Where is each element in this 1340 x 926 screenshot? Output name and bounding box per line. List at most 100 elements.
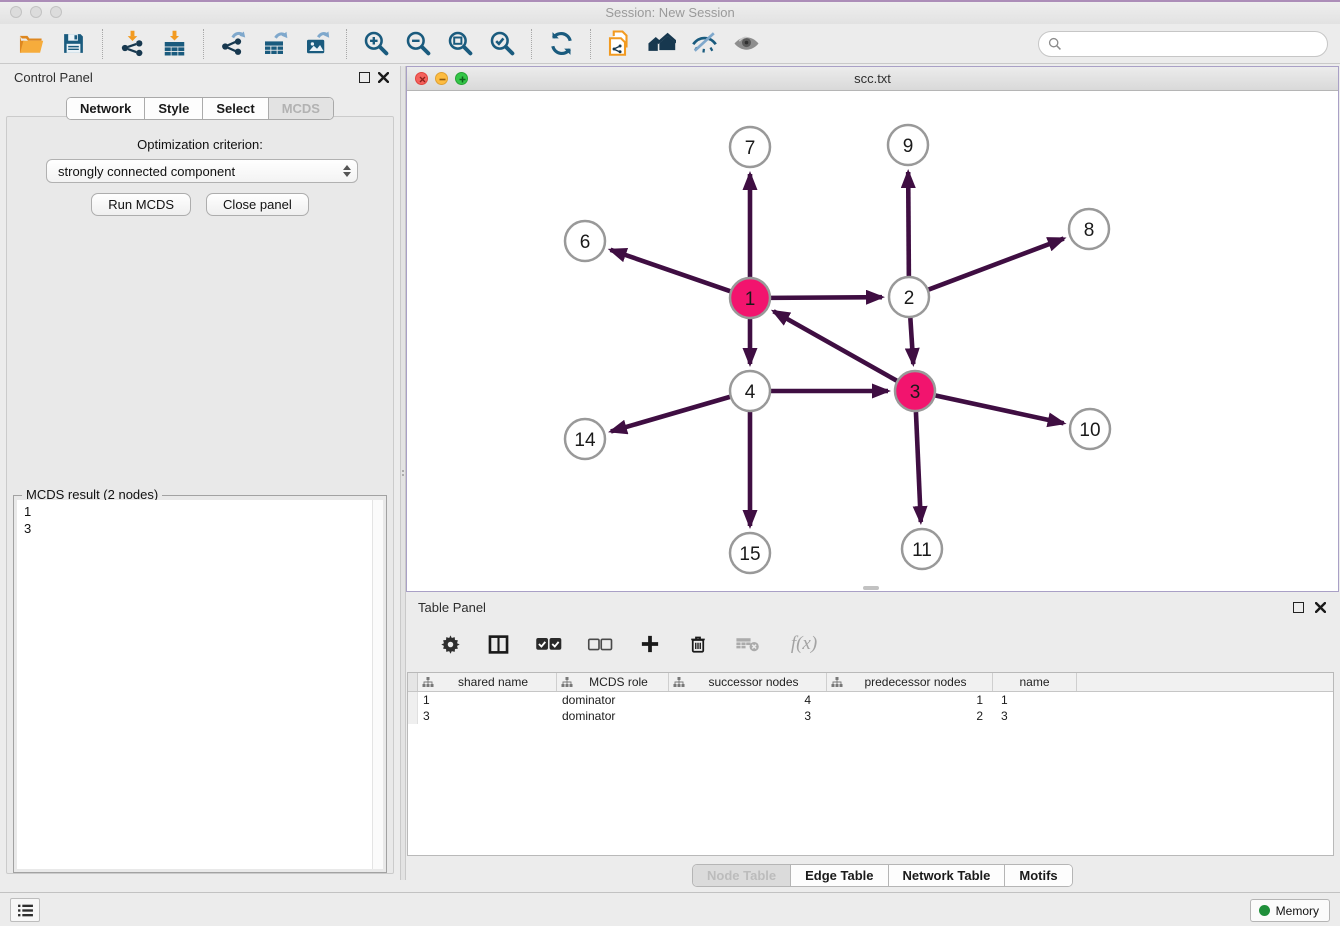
status-bar: Memory	[0, 892, 1340, 926]
application-window: Session: New Session	[0, 0, 1340, 926]
export-image-button[interactable]	[302, 28, 332, 60]
edge-2-3[interactable]	[910, 318, 913, 364]
table-cell[interactable]: 1	[827, 692, 993, 708]
refresh-button[interactable]	[546, 28, 576, 60]
column-header-mcds-role[interactable]: MCDS role	[557, 673, 669, 691]
zoom-in-button[interactable]	[361, 28, 391, 60]
network-window-titlebar[interactable]: scc.txt	[407, 67, 1338, 91]
eye-icon	[733, 30, 760, 57]
trash-icon	[688, 634, 708, 654]
zoom-out-button[interactable]	[403, 28, 433, 60]
column-header-shared-name[interactable]: shared name	[418, 673, 557, 691]
sort-hierarchy-icon	[673, 677, 685, 688]
edge-4-14[interactable]	[611, 397, 730, 432]
control-panel-tabs: NetworkStyleSelectMCDS	[0, 97, 400, 120]
zoom-fit-button[interactable]	[445, 28, 475, 60]
import-network-button[interactable]	[117, 28, 147, 60]
deselect-all-rows-button[interactable]	[583, 628, 617, 660]
task-history-button[interactable]	[10, 898, 40, 922]
hide-selected-button[interactable]	[689, 28, 719, 60]
refresh-icon	[548, 30, 575, 57]
edge-1-6[interactable]	[611, 250, 731, 291]
table-tab-network-table[interactable]: Network Table	[889, 865, 1006, 886]
open-folder-icon	[18, 31, 44, 57]
export-network-button[interactable]	[218, 28, 248, 60]
table-panel-header: Table Panel	[406, 596, 1340, 620]
table-cell[interactable]: 1	[993, 692, 1077, 708]
sort-hierarchy-icon	[831, 677, 843, 688]
mcds-result-box: MCDS result (2 nodes) 13	[13, 495, 387, 873]
table-cell[interactable]: 3	[993, 708, 1077, 724]
table-cell[interactable]: 3	[418, 708, 557, 724]
checked-boxes-icon	[535, 636, 562, 652]
control-panel-title: Control Panel	[14, 70, 93, 85]
edge-3-1[interactable]	[774, 311, 897, 380]
result-scrollbar[interactable]	[372, 500, 383, 869]
row-gutter	[408, 692, 418, 708]
show-all-button[interactable]	[731, 28, 761, 60]
table-cell[interactable]: dominator	[557, 692, 669, 708]
search-input[interactable]	[1067, 34, 1327, 54]
table-cell[interactable]: dominator	[557, 708, 669, 724]
add-row-button[interactable]	[635, 628, 665, 660]
control-panel-header: Control Panel	[0, 66, 400, 90]
mcds-result-text-area[interactable]: 13	[17, 500, 383, 869]
edge-2-8[interactable]	[929, 239, 1064, 290]
control-panel-float-icon[interactable]	[359, 72, 370, 83]
criterion-dropdown[interactable]: strongly connected component	[46, 159, 358, 183]
control-tab-mcds[interactable]: MCDS	[269, 98, 333, 119]
control-tab-network[interactable]: Network	[67, 98, 145, 119]
column-header-successor-nodes[interactable]: successor nodes	[669, 673, 827, 691]
close-panel-button[interactable]: Close panel	[206, 193, 309, 216]
import-table-button[interactable]	[159, 28, 189, 60]
edge-3-11[interactable]	[916, 412, 921, 522]
table-row[interactable]: 1dominator411	[408, 692, 1333, 708]
home-view-button[interactable]	[647, 28, 677, 60]
show-columns-button[interactable]	[483, 628, 513, 660]
open-file-button[interactable]	[16, 28, 46, 60]
table-tab-edge-table[interactable]: Edge Table	[791, 865, 888, 886]
network-graph: 7968124314101511	[407, 91, 1338, 591]
table-panel-close-icon[interactable]	[1314, 601, 1326, 613]
network-canvas[interactable]: 7968124314101511	[407, 91, 1338, 591]
table-cell[interactable]: 1	[418, 692, 557, 708]
table-tab-node-table[interactable]: Node Table	[693, 865, 791, 886]
search-field	[1038, 31, 1328, 57]
delete-rows-button[interactable]	[683, 628, 713, 660]
unchecked-boxes-icon	[587, 637, 613, 652]
duplicate-network-button[interactable]	[605, 28, 635, 60]
export-table-button[interactable]	[260, 28, 290, 60]
memory-button[interactable]: Memory	[1250, 899, 1330, 922]
criterion-value: strongly connected component	[58, 164, 235, 179]
table-options-button[interactable]	[435, 628, 465, 660]
save-session-button[interactable]	[58, 28, 88, 60]
column-header-label: successor nodes	[685, 675, 822, 689]
function-builder-button[interactable]: f(x)	[783, 628, 825, 660]
column-header-predecessor-nodes[interactable]: predecessor nodes	[827, 673, 993, 691]
run-mcds-button[interactable]: Run MCDS	[91, 193, 191, 216]
column-header-label: predecessor nodes	[843, 675, 988, 689]
select-all-rows-button[interactable]	[531, 628, 565, 660]
table-cell[interactable]: 4	[669, 692, 827, 708]
control-panel-close-icon[interactable]	[377, 71, 389, 83]
zoom-selected-button[interactable]	[487, 28, 517, 60]
edge-2-9[interactable]	[908, 172, 909, 276]
table-tab-motifs[interactable]: Motifs	[1005, 865, 1071, 886]
control-tab-select[interactable]: Select	[203, 98, 268, 119]
destroy-table-button[interactable]	[731, 628, 765, 660]
edge-1-2[interactable]	[771, 297, 882, 298]
graph-node-label-8: 8	[1084, 220, 1095, 241]
table-cell[interactable]: 2	[827, 708, 993, 724]
mcds-panel: Optimization criterion: strongly connect…	[6, 116, 394, 874]
search-icon	[1048, 37, 1062, 51]
table-row[interactable]: 3dominator323	[408, 708, 1333, 724]
table-panel-float-icon[interactable]	[1293, 602, 1304, 613]
canvas-hscroll-thumb[interactable]	[863, 586, 879, 590]
control-tab-style[interactable]: Style	[145, 98, 203, 119]
main-toolbar	[0, 24, 1340, 64]
row-gutter	[408, 708, 418, 724]
table-cell[interactable]: 3	[669, 708, 827, 724]
home-icon	[648, 30, 676, 58]
edge-3-10[interactable]	[936, 395, 1064, 423]
column-header-name[interactable]: name	[993, 673, 1077, 691]
